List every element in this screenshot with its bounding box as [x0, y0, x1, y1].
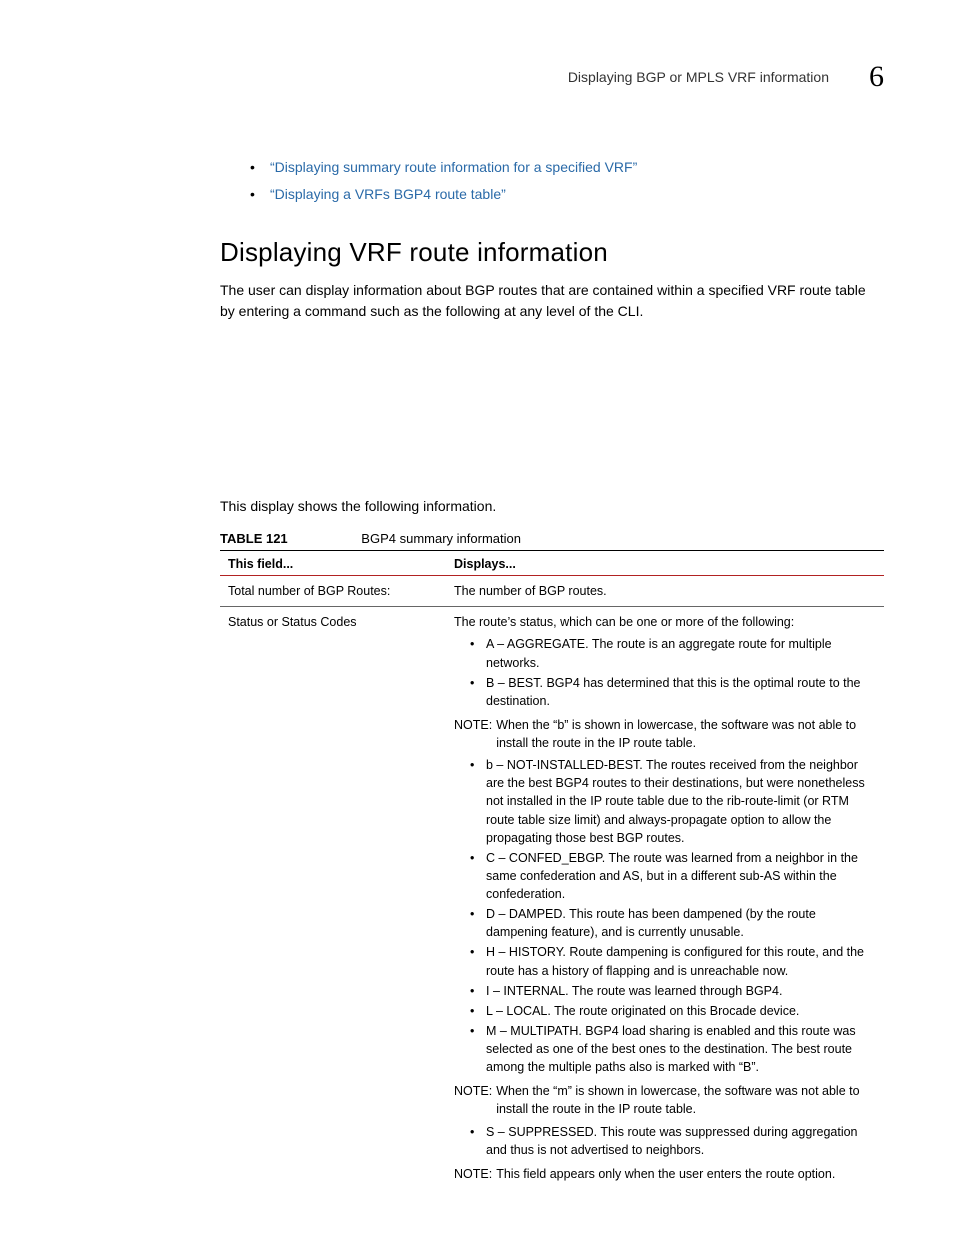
section-intro: The user can display information about B… — [220, 280, 884, 322]
cell-field: Total number of BGP Routes: — [220, 576, 446, 607]
cell-displays: The number of BGP routes. — [446, 576, 884, 607]
list-item: L – LOCAL. The route originated on this … — [470, 1002, 876, 1020]
list-item: A – AGGREGATE. The route is an aggregate… — [470, 635, 876, 671]
chapter-number: 6 — [869, 60, 884, 94]
note-text: This field appears only when the user en… — [496, 1165, 835, 1183]
list-item: S – SUPPRESSED. This route was suppresse… — [470, 1123, 876, 1159]
link-text[interactable]: “Displaying summary route information fo… — [270, 159, 637, 175]
status-codes-list: A – AGGREGATE. The route is an aggregate… — [454, 635, 876, 710]
summary-info-table: This field... Displays... Total number o… — [220, 550, 884, 1193]
list-item: H – HISTORY. Route dampening is configur… — [470, 943, 876, 979]
header-title: Displaying BGP or MPLS VRF information — [568, 69, 829, 85]
table-caption: TABLE 121 BGP4 summary information — [220, 531, 884, 546]
note: NOTE: When the “b” is shown in lowercase… — [454, 716, 876, 752]
table-row: Total number of BGP Routes: The number o… — [220, 576, 884, 607]
note: NOTE: This field appears only when the u… — [454, 1165, 876, 1183]
list-item: “Displaying summary route information fo… — [250, 154, 884, 181]
section-lead-in: This display shows the following informa… — [220, 496, 884, 517]
table-row: Status or Status Codes The route’s statu… — [220, 607, 884, 1193]
table-label: TABLE 121 — [220, 531, 288, 546]
cross-reference-list: “Displaying summary route information fo… — [250, 154, 884, 207]
col-header-field: This field... — [220, 551, 446, 576]
note-text: When the “m” is shown in lowercase, the … — [496, 1082, 876, 1118]
list-item: I – INTERNAL. The route was learned thro… — [470, 982, 876, 1000]
table-title: BGP4 summary information — [361, 531, 521, 546]
list-item: “Displaying a VRFs BGP4 route table” — [250, 181, 884, 208]
spacer — [220, 336, 884, 496]
list-item: C – CONFED_EBGP. The route was learned f… — [470, 849, 876, 903]
list-item: D – DAMPED. This route has been dampened… — [470, 905, 876, 941]
list-item: B – BEST. BGP4 has determined that this … — [470, 674, 876, 710]
link-text[interactable]: “Displaying a VRFs BGP4 route table” — [270, 186, 506, 202]
note-text: When the “b” is shown in lowercase, the … — [496, 716, 876, 752]
list-item: b – NOT-INSTALLED-BEST. The routes recei… — [470, 756, 876, 847]
page: Displaying BGP or MPLS VRF information 6… — [0, 0, 954, 1235]
running-header: Displaying BGP or MPLS VRF information 6 — [220, 60, 884, 94]
note: NOTE: When the “m” is shown in lowercase… — [454, 1082, 876, 1118]
status-codes-list: S – SUPPRESSED. This route was suppresse… — [454, 1123, 876, 1159]
cell-displays: The route’s status, which can be one or … — [446, 607, 884, 1193]
cell-field: Status or Status Codes — [220, 607, 446, 1193]
col-header-displays: Displays... — [446, 551, 884, 576]
section-heading: Displaying VRF route information — [220, 237, 884, 268]
status-intro: The route’s status, which can be one or … — [454, 613, 876, 631]
note-label: NOTE: — [454, 716, 492, 752]
list-item: M – MULTIPATH. BGP4 load sharing is enab… — [470, 1022, 876, 1076]
note-label: NOTE: — [454, 1165, 492, 1183]
status-codes-list: b – NOT-INSTALLED-BEST. The routes recei… — [454, 756, 876, 1076]
note-label: NOTE: — [454, 1082, 492, 1118]
table-header-row: This field... Displays... — [220, 551, 884, 576]
